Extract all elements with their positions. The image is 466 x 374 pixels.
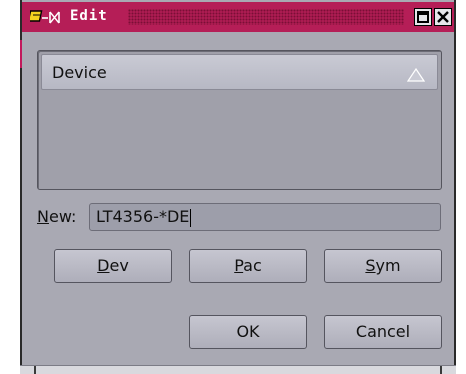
new-label-text: ew: xyxy=(48,207,77,226)
window-edge-accent xyxy=(20,40,22,68)
title-grip xyxy=(128,9,404,25)
dev-label: ev xyxy=(109,256,129,275)
sort-triangle-icon xyxy=(406,67,426,86)
maximize-button[interactable] xyxy=(414,8,432,26)
window-bottom-edge xyxy=(20,365,456,374)
text-caret xyxy=(190,208,192,227)
sym-button[interactable]: Sym xyxy=(324,249,442,283)
new-label-mnemonic: N xyxy=(37,207,49,226)
device-list[interactable]: Device xyxy=(37,50,442,190)
pac-mnemonic: P xyxy=(234,256,244,275)
cancel-button[interactable]: Cancel xyxy=(324,315,442,349)
close-icon xyxy=(437,11,449,23)
new-label: New: xyxy=(37,207,76,226)
resize-handle-right[interactable] xyxy=(440,366,442,374)
title-bar[interactable]: Edit xyxy=(22,2,454,32)
window-title: Edit xyxy=(70,8,108,24)
dev-mnemonic: D xyxy=(97,256,110,275)
new-input[interactable]: LT4356-*DE xyxy=(89,203,441,231)
maximize-icon xyxy=(417,11,429,23)
sym-label: ym xyxy=(375,256,401,275)
column-header-label: Device xyxy=(52,63,107,82)
pac-button[interactable]: Pac xyxy=(189,249,307,283)
column-header-device[interactable]: Device xyxy=(41,54,438,90)
close-button[interactable] xyxy=(434,8,452,26)
ok-button[interactable]: OK xyxy=(189,315,307,349)
window-menu-icon[interactable] xyxy=(27,9,62,25)
resize-handle-left[interactable] xyxy=(34,366,36,374)
dev-button[interactable]: Dev xyxy=(54,249,172,283)
sym-mnemonic: S xyxy=(365,256,376,275)
new-input-value: LT4356-*DE xyxy=(96,207,190,226)
pac-label: ac xyxy=(243,256,262,275)
